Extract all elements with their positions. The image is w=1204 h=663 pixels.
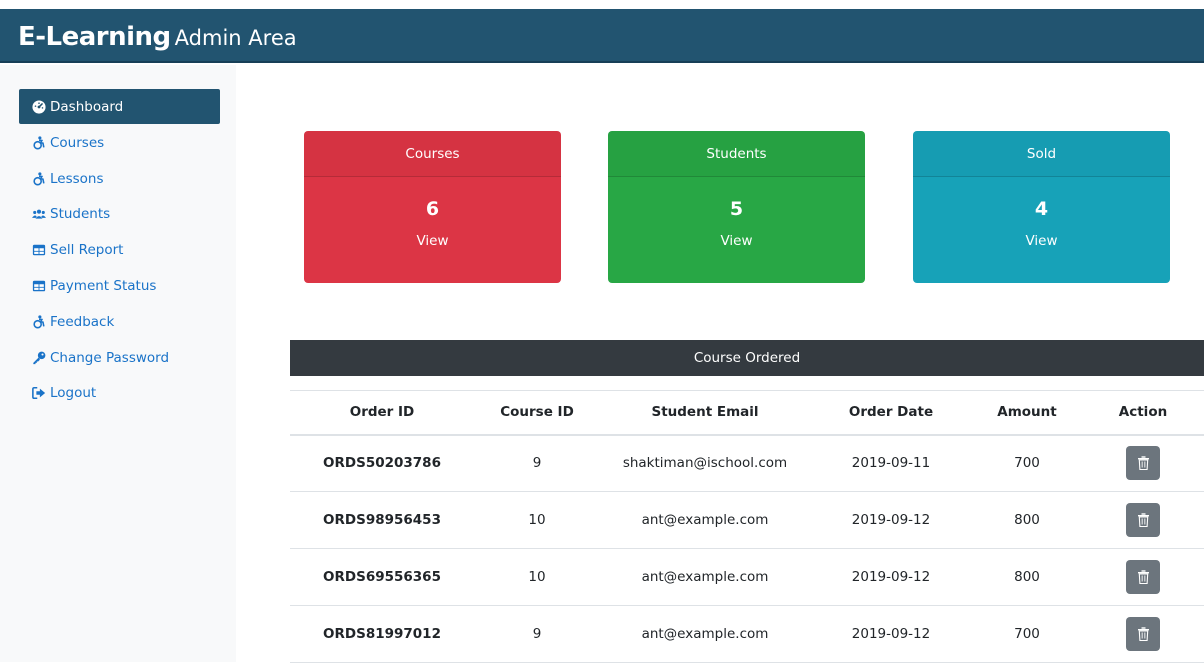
sidebar-item-payment-status[interactable]: Payment Status xyxy=(19,268,220,303)
column-header-order-id: Order ID xyxy=(290,390,474,436)
delete-button[interactable] xyxy=(1126,503,1160,537)
top-navbar: E-Learning Admin Area xyxy=(0,9,1204,63)
amount-cell: 700 xyxy=(972,605,1082,663)
users-icon xyxy=(32,207,46,221)
delete-button[interactable] xyxy=(1126,617,1160,651)
sidebar-item-sell-report[interactable]: Sell Report xyxy=(19,232,220,267)
student-email-cell: ant@example.com xyxy=(600,491,810,549)
card-count: 5 xyxy=(729,198,744,220)
amount-cell: 800 xyxy=(972,491,1082,549)
student-email-cell: shaktiman@ischool.com xyxy=(600,434,810,492)
tachometer-icon xyxy=(32,99,46,114)
amount-cell: 800 xyxy=(972,548,1082,606)
action-cell xyxy=(1082,605,1204,663)
orders-table: Order ID Course ID Student Email Order D… xyxy=(290,390,1204,663)
table-row: ORDS50203786 9 shaktiman@ischool.com 201… xyxy=(290,434,1204,492)
course-id-cell: 10 xyxy=(474,491,600,549)
table-icon xyxy=(32,243,46,257)
brand[interactable]: E-Learning Admin Area xyxy=(18,22,297,52)
view-courses-link[interactable]: View xyxy=(416,233,448,249)
sidebar-item-label: Change Password xyxy=(50,349,170,366)
sidebar-item-lessons[interactable]: Lessons xyxy=(19,161,220,196)
column-header-course-id: Course ID xyxy=(474,390,600,436)
student-email-cell: ant@example.com xyxy=(600,605,810,663)
table-row: ORDS81997012 9 ant@example.com 2019-09-1… xyxy=(290,605,1204,663)
sign-out-icon xyxy=(32,386,46,400)
order-date-cell: 2019-09-12 xyxy=(810,548,972,606)
card-title: Courses xyxy=(304,131,561,177)
amount-cell: 700 xyxy=(972,434,1082,492)
sidebar-item-students[interactable]: Students xyxy=(19,196,220,231)
sidebar-item-label: Students xyxy=(50,205,111,222)
card-title: Sold xyxy=(913,131,1170,177)
action-cell xyxy=(1082,491,1204,549)
trash-icon xyxy=(1137,456,1149,471)
order-date-cell: 2019-09-11 xyxy=(810,434,972,492)
course-id-cell: 9 xyxy=(474,434,600,492)
table-icon xyxy=(32,279,46,293)
sidebar-item-dashboard[interactable]: Dashboard xyxy=(19,89,220,124)
sidebar-item-label: Feedback xyxy=(50,313,115,330)
table-row: ORDS69556365 10 ant@example.com 2019-09-… xyxy=(290,548,1204,606)
accessible-icon xyxy=(32,135,46,150)
sidebar-item-label: Sell Report xyxy=(50,241,124,258)
sidebar-item-logout[interactable]: Logout xyxy=(19,375,220,410)
trash-icon xyxy=(1137,513,1149,527)
sidebar-item-courses[interactable]: Courses xyxy=(19,125,220,160)
sidebar-item-feedback[interactable]: Feedback xyxy=(19,304,220,339)
delete-button[interactable] xyxy=(1126,560,1160,594)
order-id-cell: ORDS50203786 xyxy=(290,434,474,492)
view-sold-link[interactable]: View xyxy=(1025,233,1057,249)
sidebar: Dashboard Courses Lessons Students Sell … xyxy=(0,65,236,662)
sidebar-item-label: Logout xyxy=(50,384,97,401)
delete-button[interactable] xyxy=(1126,446,1160,481)
action-cell xyxy=(1082,548,1204,606)
card-students: Students 5 View xyxy=(608,131,865,283)
brand-name: E-Learning xyxy=(18,22,171,52)
sidebar-item-label: Payment Status xyxy=(50,277,157,294)
student-email-cell: ant@example.com xyxy=(600,548,810,606)
sidebar-item-label: Courses xyxy=(50,134,105,151)
accessible-icon xyxy=(32,171,46,186)
order-id-cell: ORDS69556365 xyxy=(290,548,474,606)
order-id-cell: ORDS98956453 xyxy=(290,491,474,549)
card-courses: Courses 6 View xyxy=(304,131,561,283)
order-id-cell: ORDS81997012 xyxy=(290,605,474,663)
accessible-icon xyxy=(32,314,46,329)
sidebar-item-label: Lessons xyxy=(50,170,104,187)
card-title: Students xyxy=(608,131,865,177)
card-count: 6 xyxy=(425,198,440,220)
column-header-order-date: Order Date xyxy=(810,390,972,436)
course-ordered-header: Course Ordered xyxy=(290,340,1204,376)
order-date-cell: 2019-09-12 xyxy=(810,491,972,549)
sidebar-item-label: Dashboard xyxy=(50,98,124,115)
view-students-link[interactable]: View xyxy=(720,233,752,249)
column-header-amount: Amount xyxy=(972,390,1082,436)
table-row: ORDS98956453 10 ant@example.com 2019-09-… xyxy=(290,491,1204,549)
order-date-cell: 2019-09-12 xyxy=(810,605,972,663)
card-count: 4 xyxy=(1034,198,1049,220)
column-header-student-email: Student Email xyxy=(600,390,810,436)
trash-icon xyxy=(1137,570,1149,584)
sidebar-item-change-password[interactable]: Change Password xyxy=(19,340,220,375)
trash-icon xyxy=(1137,627,1149,641)
key-icon xyxy=(32,351,46,365)
course-id-cell: 9 xyxy=(474,605,600,663)
brand-subtitle: Admin Area xyxy=(174,26,297,50)
course-id-cell: 10 xyxy=(474,548,600,606)
column-header-action: Action xyxy=(1082,390,1204,436)
action-cell xyxy=(1082,434,1204,492)
table-header-row: Order ID Course ID Student Email Order D… xyxy=(290,390,1204,436)
card-sold: Sold 4 View xyxy=(913,131,1170,283)
